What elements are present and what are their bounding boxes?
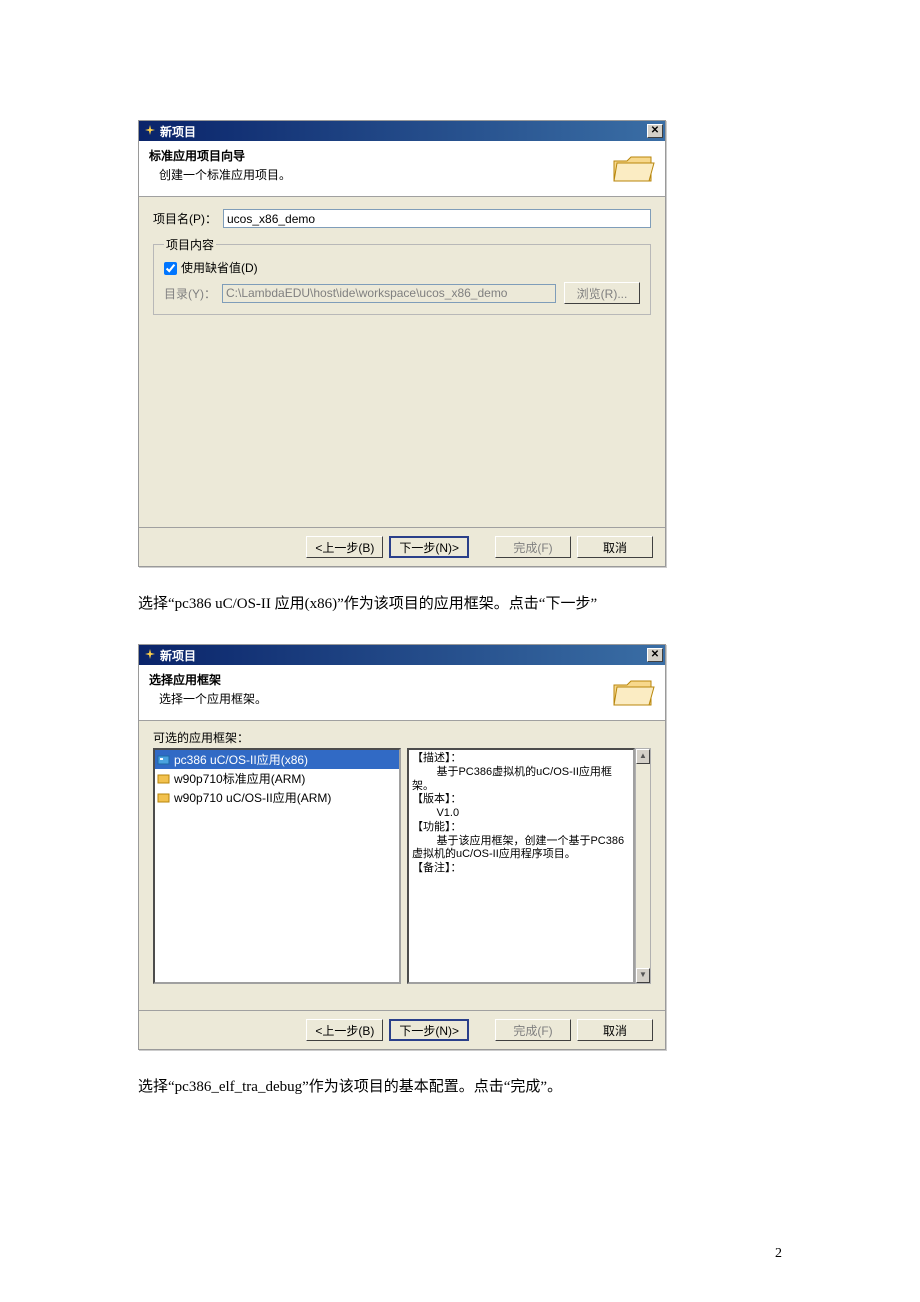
project-icon bbox=[157, 773, 171, 785]
desc-heading: 【版本】： bbox=[412, 793, 630, 807]
titlebar: 新项目 ✕ bbox=[139, 645, 665, 665]
scroll-down-icon[interactable]: ▼ bbox=[636, 968, 650, 983]
dialog-title: 新项目 bbox=[160, 123, 647, 140]
new-project-dialog-1: 新项目 ✕ 标准应用项目向导 创建一个标准应用项目。 项目名(P)： 项目内容 bbox=[138, 120, 666, 567]
use-default-label: 使用缺省值(D) bbox=[181, 259, 258, 276]
dialog-title: 新项目 bbox=[160, 647, 647, 664]
next-button[interactable]: 下一步(N)> bbox=[389, 1019, 469, 1041]
banner-subtitle: 选择一个应用框架。 bbox=[149, 690, 655, 707]
directory-input bbox=[222, 284, 556, 303]
dialog-body: 项目名(P)： 项目内容 使用缺省值(D) 目录(Y)： 浏览(R)... bbox=[139, 197, 665, 527]
back-button[interactable]: <上一步(B) bbox=[306, 1019, 383, 1041]
banner: 选择应用框架 选择一个应用框架。 bbox=[139, 665, 665, 721]
dialog-body: 可选的应用框架： pc386 uC/OS-II应用(x86) w90p710标准… bbox=[139, 721, 665, 1010]
project-content-group: 项目内容 使用缺省值(D) 目录(Y)： 浏览(R)... bbox=[153, 236, 651, 315]
desc-heading: 【描述】： bbox=[412, 752, 630, 766]
spacer bbox=[153, 323, 651, 523]
framework-list[interactable]: pc386 uC/OS-II应用(x86) w90p710标准应用(ARM) w… bbox=[153, 748, 401, 984]
cancel-button[interactable]: 取消 bbox=[577, 1019, 653, 1041]
cancel-button[interactable]: 取消 bbox=[577, 536, 653, 558]
close-button[interactable]: ✕ bbox=[647, 124, 663, 138]
group-legend: 项目内容 bbox=[164, 236, 216, 253]
scroll-up-icon[interactable]: ▲ bbox=[636, 749, 650, 764]
project-name-label: 项目名(P)： bbox=[153, 210, 217, 227]
banner: 标准应用项目向导 创建一个标准应用项目。 bbox=[139, 141, 665, 197]
list-item[interactable]: pc386 uC/OS-II应用(x86) bbox=[155, 750, 399, 769]
new-project-dialog-2: 新项目 ✕ 选择应用框架 选择一个应用框架。 可选的应用框架： bbox=[138, 644, 666, 1050]
page-number: 2 bbox=[775, 1246, 782, 1262]
project-icon bbox=[157, 754, 171, 766]
back-button[interactable]: <上一步(B) bbox=[306, 536, 383, 558]
folder-icon bbox=[611, 149, 655, 189]
finish-button: 完成(F) bbox=[495, 536, 571, 558]
button-bar: <上一步(B) 下一步(N)> 完成(F) 取消 bbox=[139, 527, 665, 566]
wizard-icon bbox=[143, 124, 157, 138]
list-item-label: pc386 uC/OS-II应用(x86) bbox=[174, 751, 308, 768]
desc-line: 基于该应用框架，创建一个基于PC386虚拟机的uC/OS-II应用程序项目。 bbox=[412, 835, 630, 863]
desc-heading: 【功能】： bbox=[412, 821, 630, 835]
instruction-text-2: 选择“pc386_elf_tra_debug”作为该项目的基本配置。点击“完成”… bbox=[138, 1074, 782, 1101]
desc-heading: 【备注】： bbox=[412, 862, 630, 876]
wizard-icon bbox=[143, 648, 157, 662]
framework-list-label: 可选的应用框架： bbox=[153, 729, 651, 746]
project-icon bbox=[157, 792, 171, 804]
framework-description: 【描述】： 基于PC386虚拟机的uC/OS-II应用框架。 【版本】： V1.… bbox=[407, 748, 635, 984]
next-button[interactable]: 下一步(N)> bbox=[389, 536, 469, 558]
button-bar: <上一步(B) 下一步(N)> 完成(F) 取消 bbox=[139, 1010, 665, 1049]
desc-line: V1.0 bbox=[412, 807, 630, 821]
list-item-label: w90p710标准应用(ARM) bbox=[174, 770, 305, 787]
scrollbar[interactable]: ▲ ▼ bbox=[635, 748, 651, 984]
project-name-input[interactable] bbox=[223, 209, 651, 228]
list-item-label: w90p710 uC/OS-II应用(ARM) bbox=[174, 789, 331, 806]
banner-title: 标准应用项目向导 bbox=[149, 147, 655, 164]
banner-subtitle: 创建一个标准应用项目。 bbox=[149, 166, 655, 183]
browse-button: 浏览(R)... bbox=[564, 282, 640, 304]
list-item[interactable]: w90p710 uC/OS-II应用(ARM) bbox=[155, 788, 399, 807]
instruction-text-1: 选择“pc386 uC/OS-II 应用(x86)”作为该项目的应用框架。点击“… bbox=[138, 591, 782, 618]
close-button[interactable]: ✕ bbox=[647, 648, 663, 662]
titlebar: 新项目 ✕ bbox=[139, 121, 665, 141]
desc-line: 基于PC386虚拟机的uC/OS-II应用框架。 bbox=[412, 766, 630, 794]
folder-icon bbox=[611, 673, 655, 713]
directory-label: 目录(Y)： bbox=[164, 285, 216, 302]
use-default-checkbox[interactable] bbox=[164, 262, 177, 275]
banner-title: 选择应用框架 bbox=[149, 671, 655, 688]
list-item[interactable]: w90p710标准应用(ARM) bbox=[155, 769, 399, 788]
finish-button: 完成(F) bbox=[495, 1019, 571, 1041]
